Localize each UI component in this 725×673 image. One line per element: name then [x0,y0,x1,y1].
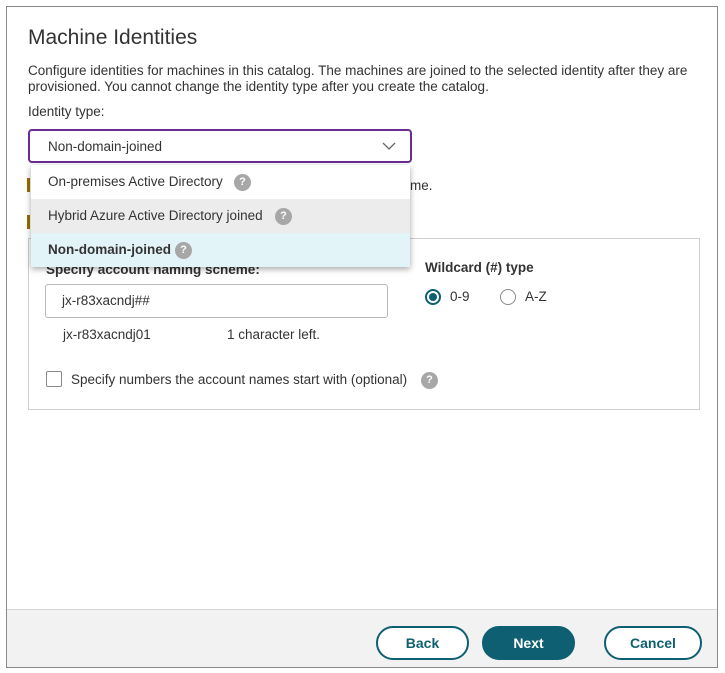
option-label: Hybrid Azure Active Directory joined [48,208,263,223]
page-title: Machine Identities [28,26,198,49]
page-description: Configure identities for machines in thi… [28,63,688,94]
identity-type-select[interactable]: Non-domain-joined [28,129,412,163]
option-non-domain-joined[interactable]: Non-domain-joined ? [31,233,410,267]
wildcard-radio-a-z[interactable] [500,289,516,305]
start-numbers-label: Specify numbers the account names start … [71,372,408,387]
identity-type-label: Identity type: [28,104,105,119]
characters-left: 1 character left. [227,327,321,342]
option-label: Non-domain-joined [48,242,171,257]
info-bar-fragment [27,178,30,192]
obscured-text-fragment: me. [410,178,433,193]
option-hybrid-azure-ad[interactable]: Hybrid Azure Active Directory joined ? [31,199,410,233]
help-icon[interactable]: ? [175,242,192,259]
identity-type-value: Non-domain-joined [48,139,163,154]
next-button[interactable]: Next [482,626,575,660]
wildcard-type-label: Wildcard (#) type [425,260,534,275]
option-on-premises-ad[interactable]: On-premises Active Directory ? [31,165,410,199]
wildcard-0-9-label: 0-9 [450,289,470,304]
help-icon[interactable]: ? [421,372,438,389]
account-naming-input[interactable]: jx-r83xacndj## [45,284,388,318]
cancel-button[interactable]: Cancel [604,626,702,660]
wildcard-radio-0-9[interactable] [425,289,441,305]
help-icon[interactable]: ? [234,174,251,191]
chevron-down-icon [382,142,396,150]
info-bar-fragment-2 [27,215,30,229]
wildcard-a-z-label: A-Z [525,289,547,304]
start-numbers-checkbox[interactable] [46,371,62,387]
identity-type-dropdown: On-premises Active Directory ? Hybrid Az… [31,165,410,267]
option-label: On-premises Active Directory [48,174,223,189]
account-naming-value: jx-r83xacndj## [62,293,150,308]
account-name-preview: jx-r83xacndj01 [63,327,151,342]
back-button[interactable]: Back [376,626,469,660]
help-icon[interactable]: ? [275,208,292,225]
